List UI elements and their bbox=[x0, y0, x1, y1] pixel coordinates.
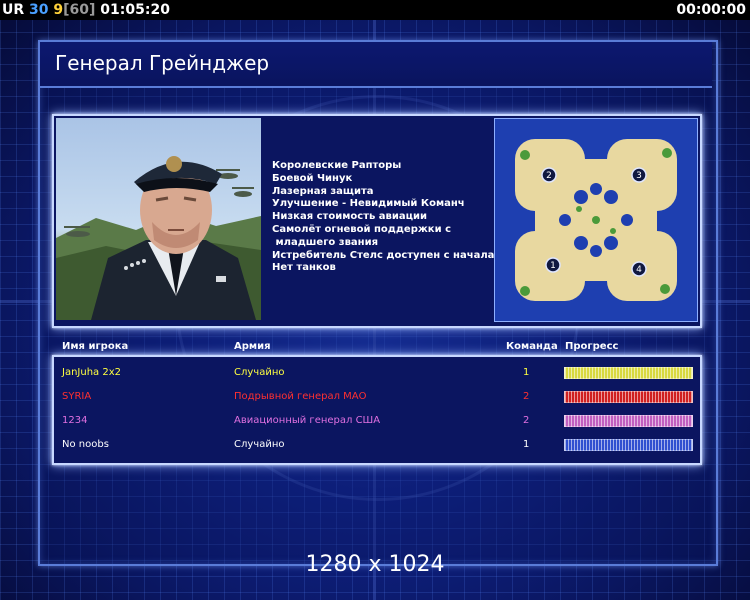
perk-item: Лазерная защита bbox=[272, 185, 374, 197]
player-team: 1 bbox=[523, 367, 530, 378]
top-hud-bar: UR 30 9[60] 01:05:20 00:00:00 bbox=[0, 0, 750, 20]
header-progress: Прогресс bbox=[565, 341, 619, 352]
perk-item: Низкая стоимость авиации bbox=[272, 211, 428, 223]
player-army: Авиационный генерал США bbox=[234, 415, 381, 426]
progress-bar bbox=[564, 391, 693, 403]
header-player: Имя игрока bbox=[62, 341, 129, 352]
progress-bar bbox=[564, 439, 693, 451]
start-position-label: 4 bbox=[636, 265, 642, 275]
map-terrain: 2 3 1 4 bbox=[495, 119, 697, 321]
hud-current: 9 bbox=[53, 2, 64, 18]
start-position-label: 3 bbox=[636, 171, 642, 181]
player-row: JanJuha 2x2 Случайно 1 bbox=[0, 366, 750, 380]
perk-item: младшего звания bbox=[272, 236, 379, 248]
progress-bar bbox=[564, 367, 693, 379]
header-army: Армия bbox=[234, 341, 271, 352]
players-table-header: Имя игрока Армия Команда Прогресс bbox=[0, 340, 750, 354]
map-preview: 2 3 1 4 bbox=[494, 118, 698, 322]
player-team: 2 bbox=[523, 391, 530, 402]
hud-elapsed: 01:05:20 bbox=[100, 2, 170, 18]
perk-item: Боевой Чинук bbox=[272, 172, 353, 184]
general-portrait bbox=[56, 118, 261, 320]
player-name: No noobs bbox=[62, 439, 109, 450]
start-position-label: 1 bbox=[550, 261, 556, 271]
perk-item: Королевские Рапторы bbox=[272, 160, 402, 171]
general-title: Генерал Грейнджер bbox=[55, 51, 270, 75]
player-team: 2 bbox=[523, 415, 530, 426]
perk-item: Улучшение - Невидимый Команч bbox=[272, 198, 465, 210]
player-name: 1234 bbox=[62, 415, 88, 426]
player-name: JanJuha 2x2 bbox=[62, 367, 121, 378]
perk-item: Самолёт огневой поддержки с bbox=[272, 223, 452, 235]
hud-players: 30 bbox=[29, 2, 49, 18]
player-row: No noobs Случайно 1 bbox=[0, 438, 750, 452]
player-army: Случайно bbox=[234, 439, 285, 450]
player-row: SYRIA Подрывной генерал МАО 2 bbox=[0, 390, 750, 404]
player-army: Случайно bbox=[234, 367, 285, 378]
hud-prefix: UR bbox=[2, 2, 25, 18]
hud-stats: UR 30 9[60] 01:05:20 bbox=[2, 2, 170, 18]
hud-limit: [60] bbox=[63, 2, 96, 18]
start-position-label: 2 bbox=[546, 171, 552, 181]
general-portrait-image bbox=[56, 156, 261, 320]
player-row: 1234 Авиационный генерал США 2 bbox=[0, 414, 750, 428]
player-team: 1 bbox=[523, 439, 530, 450]
perk-item: Истребитель Стелс доступен с начала bbox=[272, 249, 495, 261]
general-perks-list: Королевские Рапторы Боевой Чинук Лазерна… bbox=[272, 160, 495, 275]
hud-timer: 00:00:00 bbox=[676, 2, 746, 18]
player-name: SYRIA bbox=[62, 391, 92, 402]
player-army: Подрывной генерал МАО bbox=[234, 391, 367, 402]
resolution-label: 1280 x 1024 bbox=[305, 552, 445, 577]
header-team: Команда bbox=[506, 341, 558, 352]
progress-bar bbox=[564, 415, 693, 427]
perk-item: Нет танков bbox=[272, 262, 336, 274]
